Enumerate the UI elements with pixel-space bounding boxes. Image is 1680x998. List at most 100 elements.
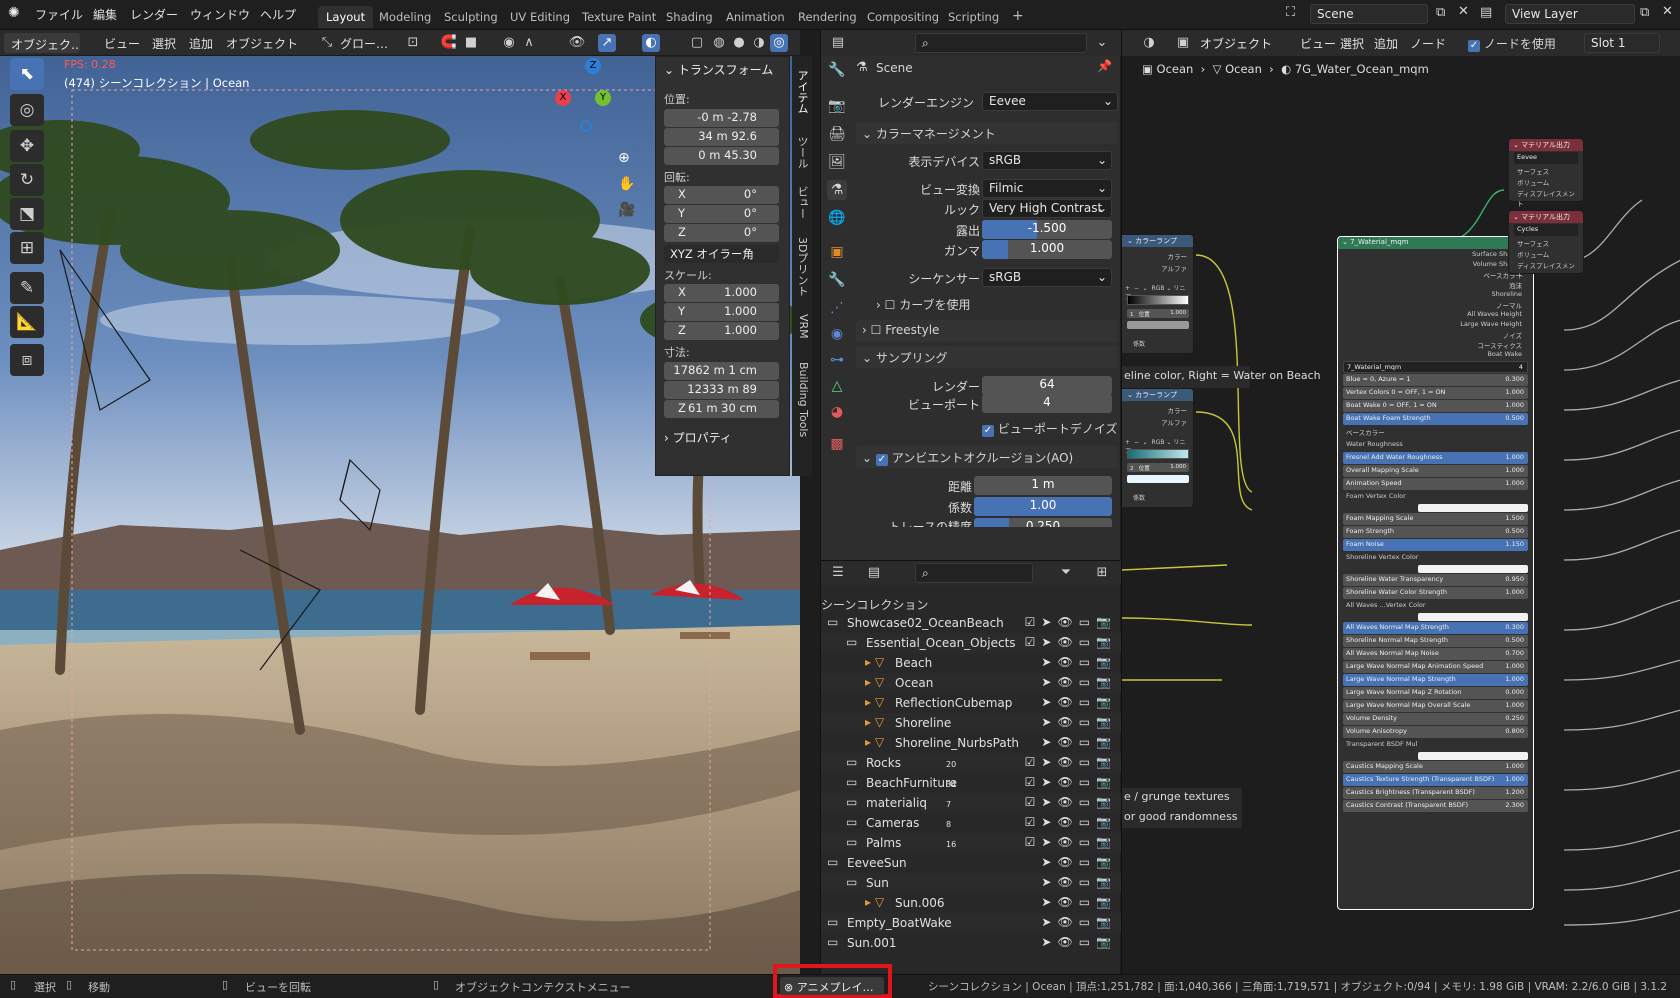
scene-selector[interactable]: Scene	[1310, 4, 1428, 24]
node-input-field[interactable]: Large Wave Normal Map Strength 1.000	[1343, 674, 1528, 686]
outliner-row[interactable]: ▭ Cameras 8 ☑➤👁▭📷	[821, 813, 1121, 833]
rotate-tool-icon[interactable]: ↻	[10, 164, 44, 196]
visibility-toggles-icon[interactable]: ➤👁▭📷	[1017, 735, 1117, 749]
ao-checkbox-icon[interactable]: ✓	[875, 454, 888, 466]
color-swatch[interactable]	[1418, 504, 1528, 512]
location-z-field[interactable]: 0 m 45.30	[664, 147, 779, 165]
node-input-field[interactable]: Large Wave Normal Map Animation Speed 1.0…	[1343, 661, 1528, 673]
tab-animation[interactable]: Animation	[718, 6, 793, 28]
node-input-field[interactable]: Shoreline Vertex Color	[1343, 552, 1528, 564]
node-input-field[interactable]: Large Wave Normal Map Z Rotation 0.000	[1343, 687, 1528, 699]
gizmo-toggle-icon[interactable]: ↗	[598, 34, 616, 52]
visibility-toggles-icon[interactable]: ➤👁▭📷	[1017, 915, 1117, 929]
snap-icon[interactable]: 🧲	[440, 34, 458, 52]
node-input-field[interactable]: Animation Speed 1.000	[1343, 478, 1528, 490]
outliner-row[interactable]: ▭ EeveeSun ➤👁▭📷	[821, 853, 1121, 873]
cancel-icon[interactable]: ⊗	[784, 981, 793, 994]
node-input-field[interactable]: Volume Density 0.250	[1343, 713, 1528, 725]
node-output-socket[interactable]: ノイズ	[1346, 329, 1525, 340]
tab-uv-editing[interactable]: UV Editing	[502, 6, 578, 28]
menu-render[interactable]: レンダー	[130, 6, 178, 23]
scale-tool-icon[interactable]: ⬔	[10, 198, 44, 230]
node-output-socket[interactable]: Boat Wake	[1346, 349, 1525, 359]
menu-object[interactable]: オブジェクト	[226, 35, 298, 52]
rotation-x-field[interactable]: X 0°	[664, 186, 779, 204]
world-tab-icon[interactable]: 🌐	[827, 208, 847, 228]
transform-orientation-icon[interactable]: ⤡	[318, 34, 336, 52]
node-input-field[interactable]: Boat Wake Foam Strength 0.500	[1343, 413, 1528, 425]
node-input-field[interactable]: Transparent BSDF Mul	[1343, 739, 1528, 751]
node-input-field[interactable]: Overall Mapping Scale 1.000	[1343, 465, 1528, 477]
data-tab-icon[interactable]: △	[827, 376, 847, 396]
proportional-edit-icon[interactable]: ◉	[500, 34, 518, 52]
node-output-socket[interactable]: ノーマル	[1346, 299, 1525, 310]
visibility-toggles-icon[interactable]: ☑➤👁▭📷	[1017, 835, 1117, 849]
outliner-row[interactable]: ▭ Empty_BoatWake ➤👁▭📷	[821, 913, 1121, 933]
dimension-y-field[interactable]: 12333 m 89 cm	[664, 381, 779, 410]
display-mode-icon[interactable]: ▤	[865, 564, 883, 582]
axis-z-icon[interactable]: Z	[585, 58, 601, 74]
rotation-mode-select[interactable]: XYZ オイラー角	[664, 245, 779, 263]
node-input-field[interactable]: Caustics Brightness (Transparent BSDF) 1.…	[1343, 787, 1528, 799]
select-tool-icon[interactable]: ⬉	[10, 58, 44, 90]
solid-shading-icon[interactable]: ●	[730, 34, 748, 52]
tab-modeling[interactable]: Modeling	[371, 6, 439, 28]
outliner-row[interactable]: ▭ Palms 16 ☑➤👁▭📷	[821, 833, 1121, 853]
node-input-field[interactable]: Shoreline Water Color Strength 1.000	[1343, 587, 1528, 599]
node-output-socket[interactable]: All Waves Height	[1346, 309, 1525, 319]
color-swatch[interactable]	[1418, 565, 1528, 573]
menu-file[interactable]: ファイル	[35, 6, 83, 23]
sequencer-select[interactable]: sRGB ⌄	[982, 268, 1112, 287]
overlay-toggle-icon[interactable]: ◐	[642, 34, 660, 52]
tab-shading[interactable]: Shading	[658, 6, 721, 28]
outliner-row[interactable]: ▭ Rocks 20 ☑➤👁▭📷	[821, 753, 1121, 773]
visibility-toggles-icon[interactable]: ➤👁▭📷	[1017, 675, 1117, 689]
node-output-socket[interactable]: 泡沫	[1346, 279, 1525, 290]
node-input-field[interactable]: Caustics Mapping Scale 1.000	[1343, 761, 1528, 773]
node-input-field[interactable]: Foam Vertex Color	[1343, 491, 1528, 503]
remove-scene-icon[interactable]: ✕	[1458, 4, 1469, 19]
new-view-layer-icon[interactable]: ⧉	[1640, 5, 1649, 20]
node-output-socket[interactable]: Surface Shader	[1346, 249, 1525, 259]
ao-section[interactable]: ⌄ ✓ アンビエントオクルージョン(AO)	[856, 446, 1118, 468]
outliner-root[interactable]: シーンコレクション	[821, 596, 928, 613]
editor-type-icon[interactable]: ▤	[829, 34, 847, 52]
material-tab-icon[interactable]: ◕	[827, 402, 847, 422]
falloff-icon[interactable]: ∧	[520, 34, 538, 52]
rotation-y-field[interactable]: Y 0°	[664, 205, 779, 223]
node-output-socket[interactable]: Shoreline	[1346, 289, 1525, 299]
outliner-row[interactable]: ▸ ▽ Beach ➤👁▭📷	[821, 653, 1121, 673]
properties-panel-header[interactable]: › プロパティ	[664, 429, 732, 446]
visibility-toggles-icon[interactable]: ☑➤👁▭📷	[1017, 755, 1117, 769]
color-swatch[interactable]	[1418, 613, 1528, 621]
tab-vrm[interactable]: VRM	[794, 308, 810, 344]
dimension-x-field[interactable]: 17862 m 1 cm	[664, 362, 779, 380]
exposure-slider[interactable]: -1.500	[982, 220, 1112, 239]
gamma-slider[interactable]: 1.000	[982, 240, 1112, 259]
color-ramp-node-2[interactable]: ⌄ カラーランプ カラー アルファ + − ⌄ RGB ⌄ リニア 2 位置 1…	[1122, 388, 1194, 508]
outliner-row[interactable]: ▸ ▽ Shoreline_NurbsPath ➤👁▭📷	[821, 733, 1121, 753]
node-input-field[interactable]: ベースカラー	[1343, 426, 1528, 438]
scene-icon[interactable]: ⛶	[1286, 5, 1308, 25]
visibility-toggles-icon[interactable]: ☑➤👁▭📷	[1017, 795, 1117, 809]
ramp-color-swatch[interactable]	[1127, 321, 1189, 329]
visibility-toggles-icon[interactable]: ➤👁▭📷	[1017, 875, 1117, 889]
tab-tool[interactable]: ツール	[794, 130, 810, 174]
texture-tab-icon[interactable]: ▩	[827, 434, 847, 454]
ramp-stop-row[interactable]: 1 位置 1.000	[1127, 309, 1189, 318]
output-tab-icon[interactable]: 🖨	[827, 124, 847, 144]
anim-play-button[interactable]: ⊗ アニメプレイ…	[780, 977, 884, 995]
render-engine-select[interactable]: Eevee ⌄	[982, 92, 1118, 111]
output-target-select[interactable]: Eevee	[1514, 152, 1578, 164]
ramp-mode[interactable]: RGB	[1152, 439, 1165, 446]
scene-tab-icon[interactable]: ⚗	[827, 180, 847, 200]
ramp-color-swatch[interactable]	[1127, 475, 1189, 483]
options-chevron-icon[interactable]: ⌄	[1093, 34, 1111, 52]
node-input-field[interactable]: Shoreline Normal Map Strength 0.500	[1343, 635, 1528, 647]
menu-select[interactable]: 選択	[152, 35, 176, 52]
menu-edit[interactable]: 編集	[93, 6, 117, 23]
outliner-row[interactable]: ▭ Sun.001 ➤👁▭📷	[821, 933, 1121, 953]
viewport-denoise-checkbox[interactable]: ✓ ビューポートデノイズ	[982, 420, 1117, 437]
node-input-field[interactable]: Blue = 0, Azure = 1 0.300	[1343, 374, 1528, 386]
tab-rendering[interactable]: Rendering	[790, 6, 865, 28]
